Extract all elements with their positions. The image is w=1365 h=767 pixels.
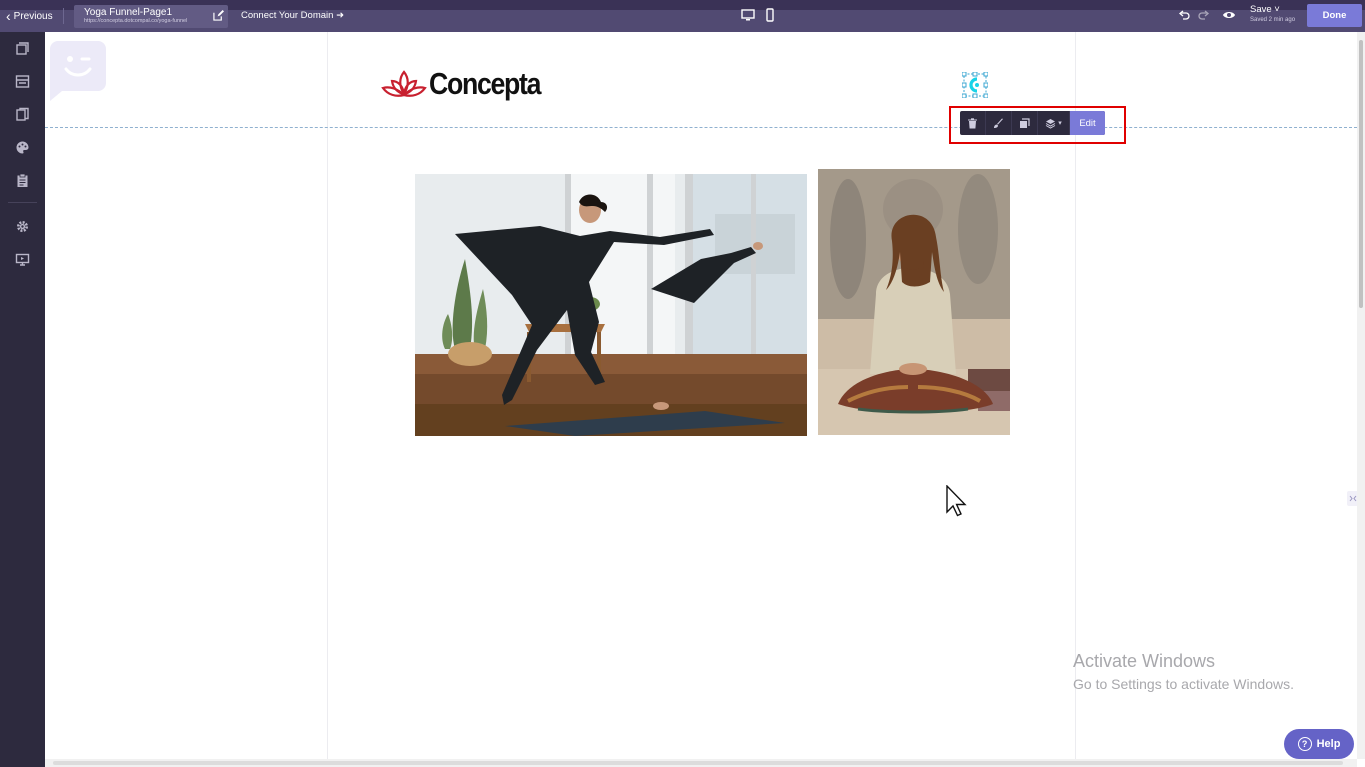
page-name: Yoga Funnel-Page1 — [84, 7, 173, 18]
highlight-annotation — [949, 106, 1126, 144]
sections-icon[interactable] — [15, 74, 30, 89]
clipboard-icon[interactable] — [15, 173, 30, 188]
eye-icon[interactable] — [1222, 9, 1236, 21]
mobile-view-icon[interactable] — [764, 8, 776, 22]
horizontal-scrollbar[interactable] — [45, 759, 1357, 767]
activate-title: Activate Windows — [1073, 651, 1216, 671]
vertical-scrollbar[interactable] — [1357, 32, 1365, 759]
connect-domain-label: Connect Your Domain — [241, 10, 334, 21]
meditation-photo[interactable] — [818, 169, 1010, 435]
palette-icon[interactable] — [15, 140, 30, 155]
settings-icon[interactable] — [15, 219, 30, 234]
chat-widget-icon[interactable] — [50, 35, 106, 101]
woman-yoga-image — [415, 174, 807, 436]
done-button[interactable]: Done — [1307, 4, 1362, 27]
help-button[interactable]: ? Help — [1284, 729, 1354, 759]
divider — [63, 8, 64, 24]
previous-button[interactable]: ‹ Previous — [6, 6, 53, 26]
question-icon: ? — [1297, 737, 1312, 751]
edit-icon[interactable] — [213, 10, 224, 21]
lotus-icon — [381, 70, 427, 97]
windows-activation-watermark: Activate Windows Go to Settings to activ… — [1073, 651, 1294, 692]
section-boundary — [45, 127, 1357, 128]
saved-status: Saved 2 min ago — [1250, 17, 1296, 23]
yoga-photo[interactable] — [415, 174, 807, 436]
save-dropdown[interactable]: Save ˅ — [1250, 4, 1280, 15]
scrollbar-thumb[interactable] — [1359, 40, 1363, 308]
desktop-view-icon[interactable] — [741, 9, 755, 21]
brand-logo[interactable]: Concepta — [381, 66, 558, 102]
top-toolbar: ‹ Previous Yoga Funnel-Page1 https://con… — [0, 0, 1365, 32]
previous-label: Previous — [13, 10, 53, 22]
undo-icon[interactable] — [1177, 8, 1191, 22]
templates-icon[interactable] — [15, 107, 30, 122]
chevron-left-icon: ‹ — [6, 8, 11, 24]
chevron-down-icon: ˅ — [1274, 4, 1280, 15]
mouse-cursor-icon — [946, 485, 967, 517]
logo-text: Concepta — [429, 66, 541, 101]
pages-icon[interactable] — [15, 41, 30, 56]
sidebar-divider — [8, 202, 37, 203]
man-meditating-image — [818, 169, 1010, 435]
redo-icon[interactable] — [1197, 8, 1211, 22]
editor-canvas[interactable]: Concepta ▾ Edit Activate Windows Go to S… — [45, 32, 1359, 759]
help-label: Help — [1316, 738, 1341, 750]
content-guide-left — [327, 32, 328, 759]
save-label: Save — [1250, 4, 1272, 15]
left-sidebar — [0, 32, 45, 767]
page-name-box[interactable]: Yoga Funnel-Page1 https://concepta.dotco… — [74, 5, 228, 28]
selected-element-icon[interactable] — [962, 72, 988, 98]
arrow-right-icon: ➜ — [336, 10, 345, 21]
scrollbar-thumb[interactable] — [53, 761, 1343, 765]
page-url: https://concepta.dotcompal.co/yoga-funne… — [84, 18, 188, 24]
activate-subtitle: Go to Settings to activate Windows. — [1073, 676, 1294, 692]
connect-domain-link[interactable]: Connect Your Domain ➜ — [241, 10, 344, 21]
monitor-icon[interactable] — [15, 252, 30, 267]
